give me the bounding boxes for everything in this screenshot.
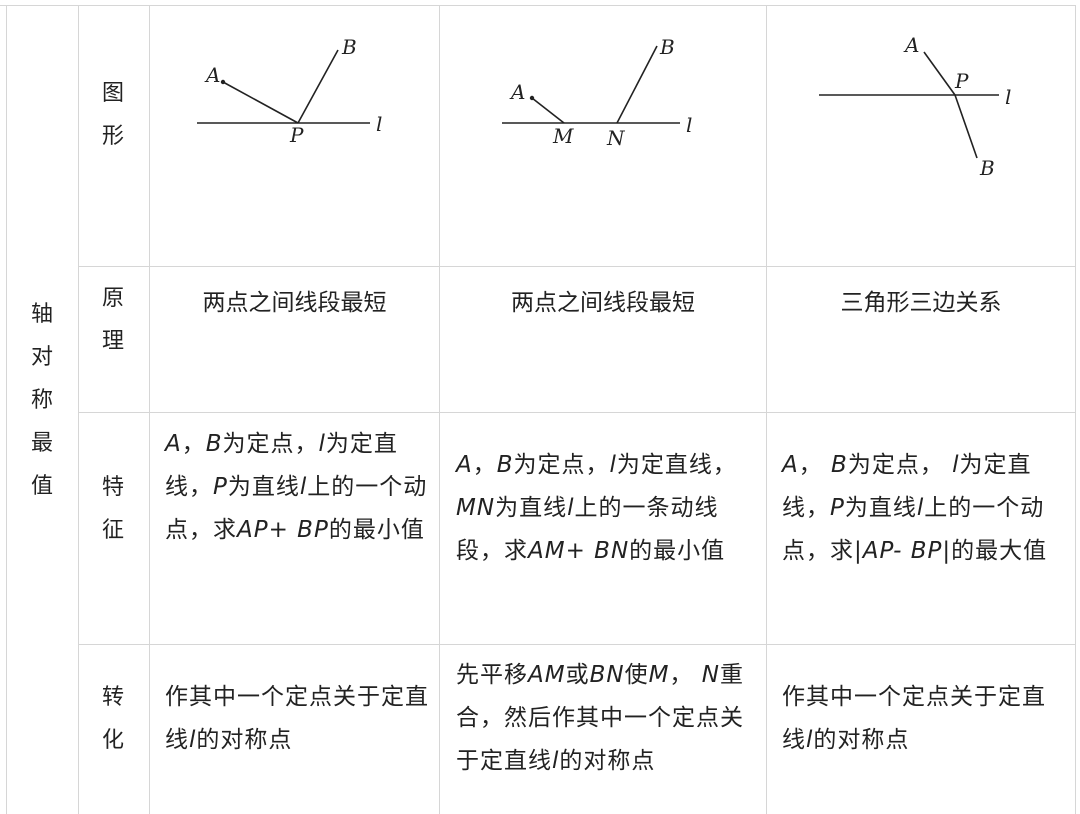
category-label: 轴对称最值: [30, 302, 53, 499]
table-border: [6, 5, 7, 814]
principle-1: 两点之间线段最短: [202, 290, 387, 316]
feature-2: A，B为定点，l为定直线，MN为直线l上的一条动线段，求AM+ BN的最小值: [456, 452, 737, 564]
transform-2: 先平移AM或BN使M， N重合，然后作其中一个定点关于定直线l的对称点: [456, 662, 744, 774]
label-A: A: [903, 33, 919, 57]
row-header-principle: 原理: [101, 286, 124, 354]
table-border: [1075, 5, 1076, 814]
segment-AM: [531, 97, 565, 124]
transform-3: 作其中一个定点关于定直线l的对称点: [782, 684, 1046, 753]
segment-BN: [616, 45, 658, 124]
table-border: [78, 412, 1076, 413]
label-l: l: [1005, 85, 1011, 109]
principle-2: 两点之间线段最短: [511, 290, 695, 316]
label-A: A: [509, 80, 525, 104]
segment-PB: [954, 94, 978, 159]
point-A: [529, 95, 535, 101]
point-A: [220, 79, 226, 85]
label-N: N: [606, 126, 626, 150]
label-l: l: [686, 113, 692, 137]
figure-1-diagram: A B P l: [197, 35, 382, 147]
figure-3-diagram: A P l B: [819, 33, 1011, 180]
label-B: B: [979, 156, 995, 180]
label-B: B: [659, 35, 675, 59]
row-header-figure: 图形: [101, 81, 124, 149]
row-header-feature: 特征: [101, 475, 124, 543]
table-border: [78, 5, 79, 814]
row-header-transform: 转化: [101, 685, 124, 753]
feature-1: A，B为定点，l为定直线，P为直线l上的一个动点，求AP+ BP的最小值: [165, 431, 428, 543]
table-border: [78, 266, 1076, 267]
segment-AP: [923, 51, 956, 96]
label-P: P: [289, 123, 304, 147]
label-B: B: [341, 35, 357, 59]
principle-3: 三角形三边关系: [840, 290, 1002, 316]
figure-2-diagram: A B M N l: [502, 35, 692, 150]
label-M: M: [552, 124, 574, 148]
table-border: [78, 644, 1076, 645]
transform-1: 作其中一个定点关于定直线l的对称点: [165, 684, 429, 753]
label-l: l: [376, 112, 382, 136]
label-P: P: [954, 69, 969, 93]
label-A: A: [204, 63, 220, 87]
segment-AP: [222, 81, 299, 124]
segment-BP: [297, 49, 339, 124]
feature-3: A， B为定点， l为定直线，P为直线l上的一个动点，求|AP- BP|的最大值: [782, 452, 1048, 564]
